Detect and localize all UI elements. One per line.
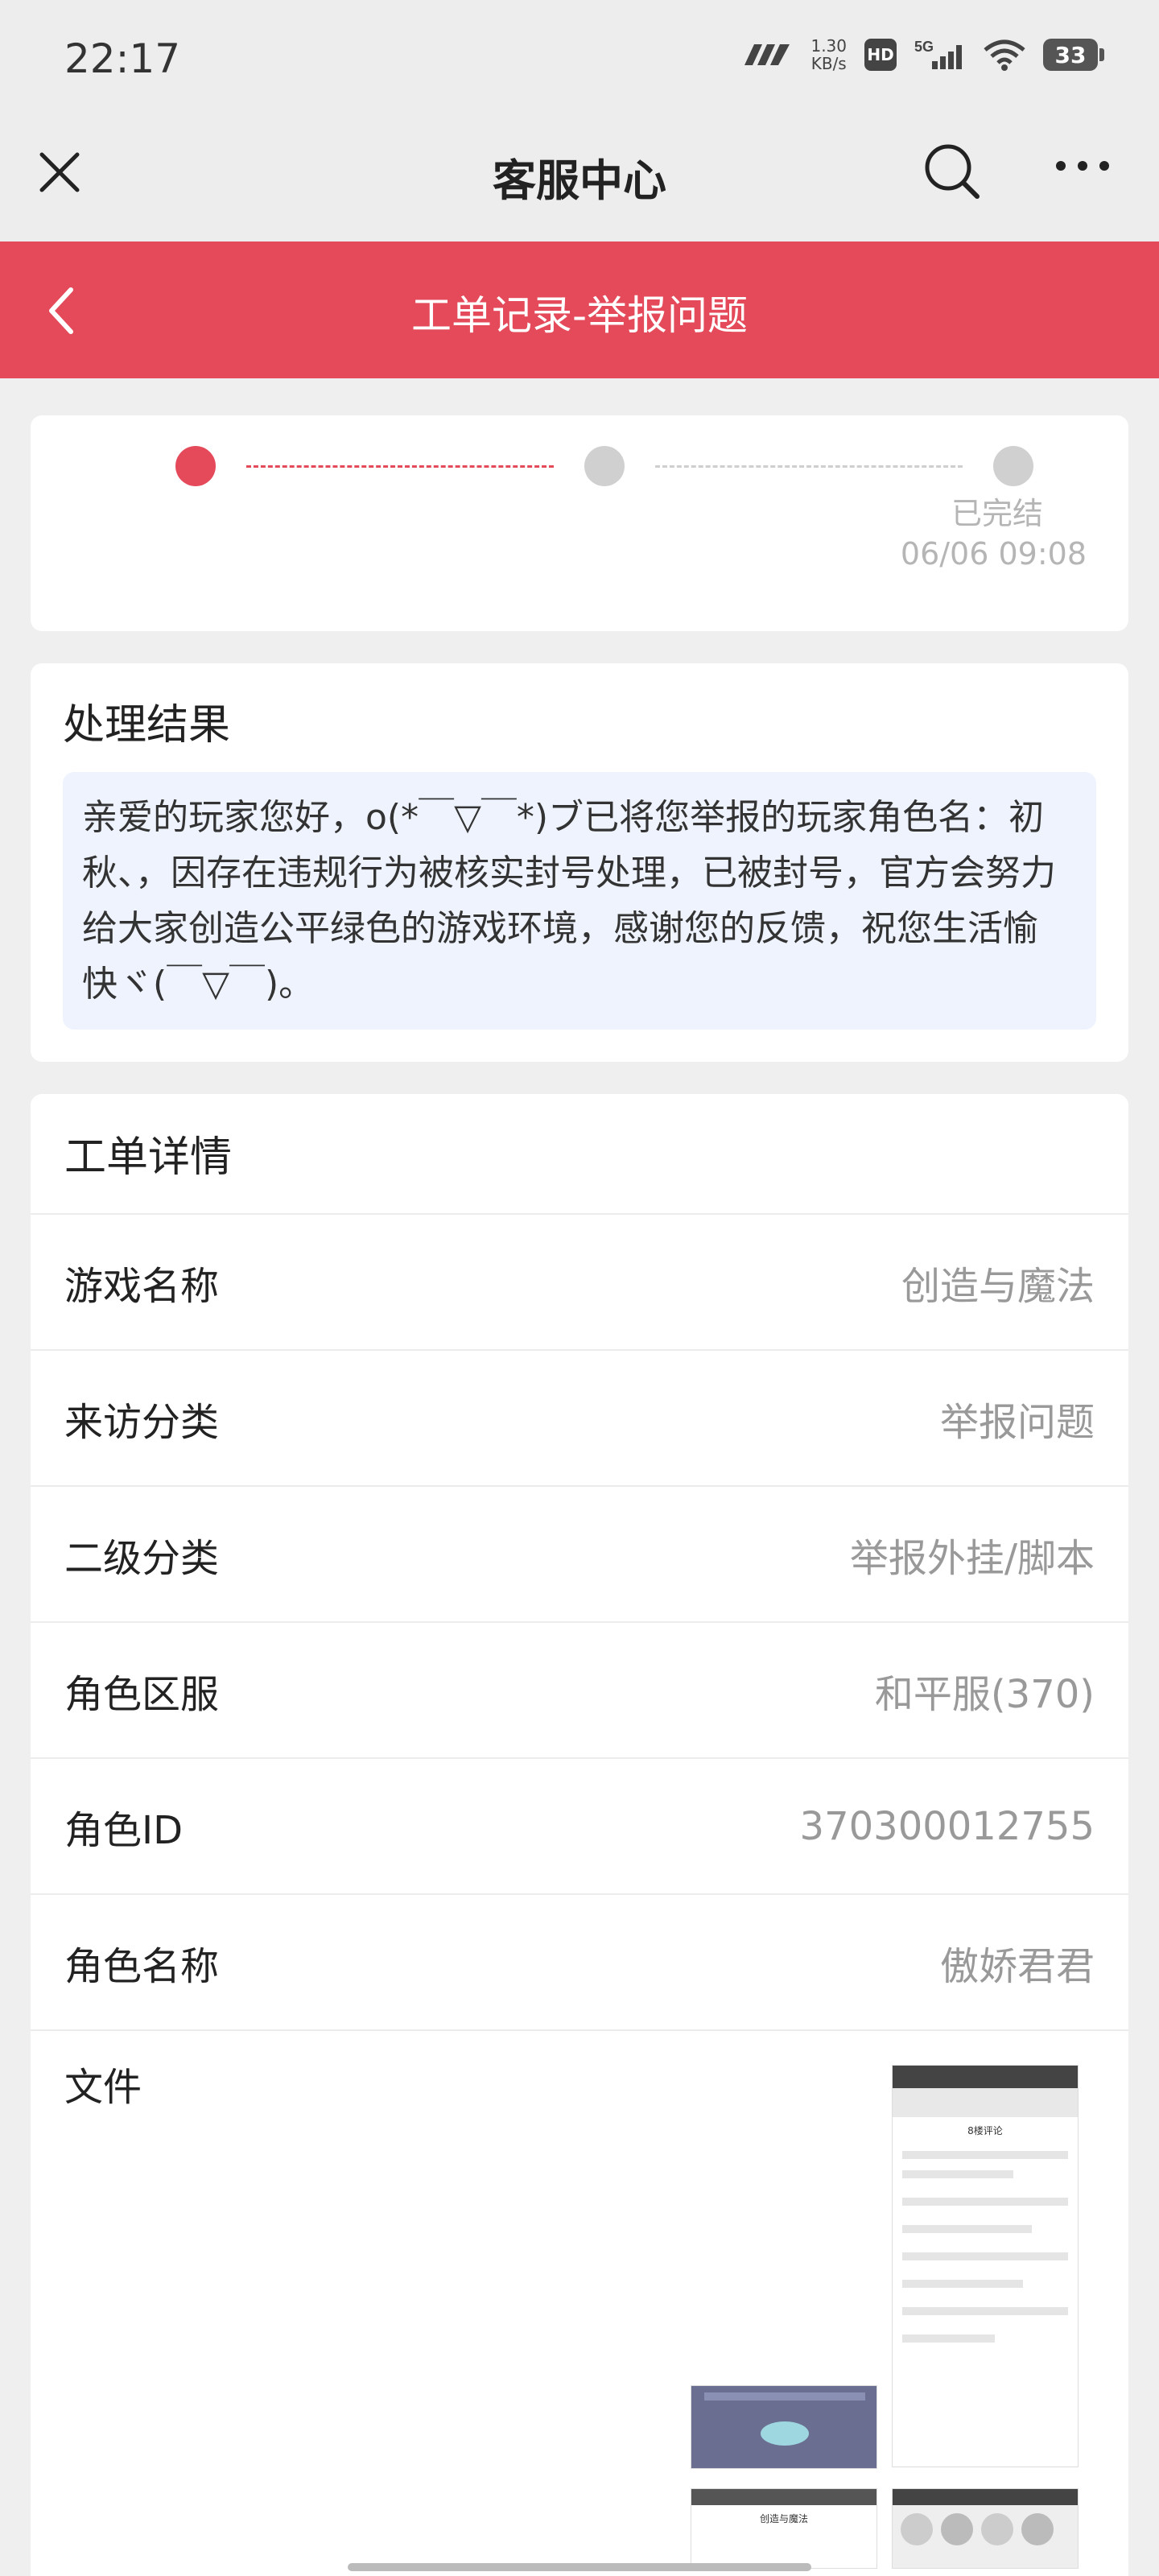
detail-title: 工单详情 [31, 1094, 1128, 1215]
row-label: 角色ID [64, 1807, 184, 1853]
progress-step-1 [175, 446, 216, 486]
home-indicator[interactable] [348, 2563, 811, 2571]
row-value: 和平服(370) [874, 1671, 1095, 1717]
signal-strength-icon [741, 41, 793, 68]
status-time: 22:17 [64, 35, 181, 82]
svg-text:5G: 5G [914, 39, 934, 55]
row-label: 来访分类 [64, 1399, 220, 1445]
more-icon[interactable] [1054, 158, 1111, 177]
progress-step-3 [993, 446, 1033, 486]
row-label: 角色名称 [64, 1943, 220, 1989]
row-label: 二级分类 [64, 1535, 220, 1581]
progress-line-2 [655, 465, 963, 468]
ticket-title: 工单记录-举报问题 [410, 292, 749, 339]
cellular-5g-icon: 5G [914, 37, 966, 72]
row-value: 创造与魔法 [901, 1263, 1095, 1309]
progress-line-1 [246, 465, 554, 468]
detail-row-category: 来访分类 举报问题 [31, 1351, 1128, 1487]
hd-badge: HD [864, 39, 897, 71]
search-icon[interactable] [922, 142, 982, 204]
result-card: 处理结果 亲爱的玩家您好，o(*￣▽￣*)ブ已将您举报的玩家角色名：初秋、，因存… [31, 663, 1128, 1062]
network-speed: 1.30 KB/s [810, 37, 847, 72]
row-value: 举报问题 [939, 1399, 1095, 1445]
detail-row-game: 游戏名称 创造与魔法 [31, 1215, 1128, 1351]
file-thumbnail-2[interactable] [691, 2385, 877, 2469]
result-text: 亲爱的玩家您好，o(*￣▽￣*)ブ已将您举报的玩家角色名：初秋、，因存在违规行为… [63, 772, 1096, 1030]
result-title: 处理结果 [63, 701, 231, 749]
detail-row-role-name: 角色名称 傲娇君君 [31, 1895, 1128, 2031]
speed-unit: KB/s [810, 54, 847, 73]
battery-indicator: 33 [1043, 39, 1104, 71]
page-title: 客服中心 [493, 155, 666, 206]
detail-row-server: 角色区服 和平服(370) [31, 1623, 1128, 1759]
detail-row-role-id: 角色ID 370300012755 [31, 1759, 1128, 1895]
status-icons: 1.30 KB/s HD 5G 33 [741, 37, 1104, 72]
row-value: 370300012755 [799, 1803, 1095, 1849]
progress-final-label: 已完结 [951, 496, 1043, 531]
detail-row-subcategory: 二级分类 举报外挂/脚本 [31, 1487, 1128, 1623]
detail-card: 工单详情 游戏名称 创造与魔法 来访分类 举报问题 二级分类 举报外挂/脚本 角… [31, 1094, 1128, 2576]
row-value: 傲娇君君 [939, 1943, 1095, 1989]
detail-row-files: 文件 8楼评论 创造与魔法 [31, 2031, 1128, 2576]
progress-card: 已完结 06/06 09:08 [31, 415, 1128, 631]
file-thumbnail-3[interactable]: 创造与魔法 [691, 2488, 877, 2569]
wifi-icon [984, 39, 1025, 71]
file-thumbnail-1[interactable]: 8楼评论 [892, 2065, 1079, 2467]
app-header: 客服中心 [0, 121, 1159, 242]
ticket-header: 工单记录-举报问题 [0, 242, 1159, 378]
thumbnail-caption: 8楼评论 [967, 2125, 1003, 2136]
progress-step-2 [584, 446, 625, 486]
row-label: 文件 [64, 2065, 142, 2110]
row-label: 角色区服 [64, 1671, 220, 1717]
row-value: 举报外挂/脚本 [849, 1535, 1095, 1581]
thumbnail-caption: 创造与魔法 [759, 2513, 808, 2524]
status-bar: 22:17 1.30 KB/s HD 5G 33 [0, 0, 1159, 121]
progress-final-time: 06/06 09:08 [900, 536, 1087, 572]
row-label: 游戏名称 [64, 1263, 220, 1309]
speed-value: 1.30 [810, 36, 847, 56]
file-thumbnail-4[interactable] [892, 2488, 1079, 2569]
